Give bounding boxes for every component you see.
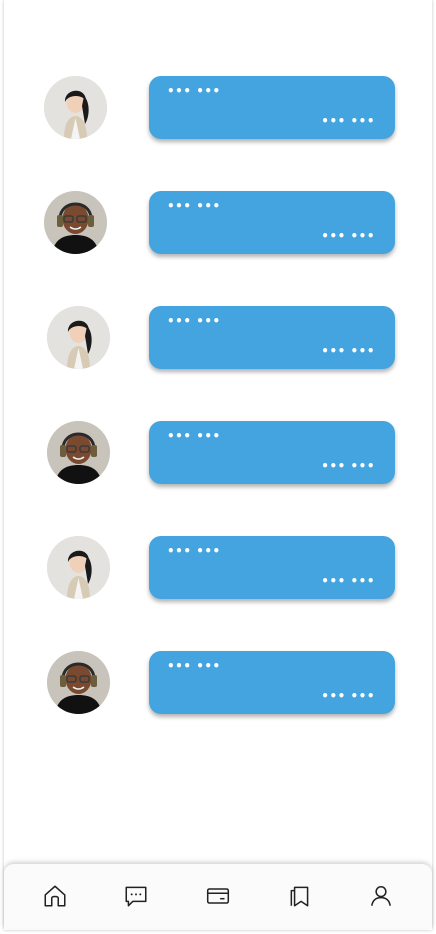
- avatar[interactable]: [47, 651, 110, 714]
- message-meta: ••• •••: [321, 689, 375, 703]
- message-bubble[interactable]: ••• ••• ••• •••: [149, 536, 395, 599]
- avatar[interactable]: [47, 536, 110, 599]
- message-title: ••• •••: [167, 199, 221, 213]
- list-item[interactable]: ••• ••• ••• •••: [4, 651, 432, 715]
- message-title: ••• •••: [167, 544, 221, 558]
- message-title: ••• •••: [167, 84, 221, 98]
- message-title: ••• •••: [167, 429, 221, 443]
- woman-avatar-icon: [44, 76, 107, 139]
- avatar[interactable]: [44, 76, 107, 139]
- message-bubble[interactable]: ••• ••• ••• •••: [149, 421, 395, 484]
- list-item[interactable]: ••• ••• ••• •••: [4, 191, 432, 255]
- card-icon: [206, 888, 230, 904]
- woman-avatar-icon: [47, 306, 110, 369]
- message-title: ••• •••: [167, 659, 221, 673]
- woman-avatar-icon: [47, 536, 110, 599]
- message-meta: ••• •••: [321, 344, 375, 358]
- avatar[interactable]: [44, 191, 107, 254]
- message-meta: ••• •••: [321, 229, 375, 243]
- man-headphones-avatar-icon: [47, 421, 110, 484]
- nav-profile-button[interactable]: [361, 876, 401, 916]
- avatar[interactable]: [47, 306, 110, 369]
- message-meta: ••• •••: [321, 574, 375, 588]
- message-meta: ••• •••: [321, 114, 375, 128]
- nav-bookmarks-button[interactable]: [280, 876, 320, 916]
- avatar[interactable]: [47, 421, 110, 484]
- home-icon: [44, 885, 66, 907]
- message-bubble[interactable]: ••• ••• ••• •••: [149, 651, 395, 714]
- nav-chat-button[interactable]: [116, 876, 156, 916]
- chat-icon: [125, 886, 147, 907]
- message-bubble[interactable]: ••• ••• ••• •••: [149, 76, 395, 139]
- message-bubble[interactable]: ••• ••• ••• •••: [149, 306, 395, 369]
- list-item[interactable]: ••• ••• ••• •••: [4, 306, 432, 370]
- man-headphones-avatar-icon: [47, 651, 110, 714]
- list-item[interactable]: ••• ••• ••• •••: [4, 421, 432, 485]
- nav-home-button[interactable]: [35, 876, 75, 916]
- app-screen: ••• ••• ••• ••• ••• ••• ••• ••• ••• ••• …: [4, 0, 432, 930]
- man-headphones-avatar-icon: [44, 191, 107, 254]
- list-item[interactable]: ••• ••• ••• •••: [4, 536, 432, 600]
- message-bubble[interactable]: ••• ••• ••• •••: [149, 191, 395, 254]
- message-title: ••• •••: [167, 314, 221, 328]
- profile-icon: [371, 886, 392, 906]
- bottom-nav: [4, 864, 432, 928]
- list-item[interactable]: ••• ••• ••• •••: [4, 76, 432, 140]
- bookmarks-icon: [290, 886, 308, 907]
- nav-card-button[interactable]: [198, 876, 238, 916]
- message-meta: ••• •••: [321, 459, 375, 473]
